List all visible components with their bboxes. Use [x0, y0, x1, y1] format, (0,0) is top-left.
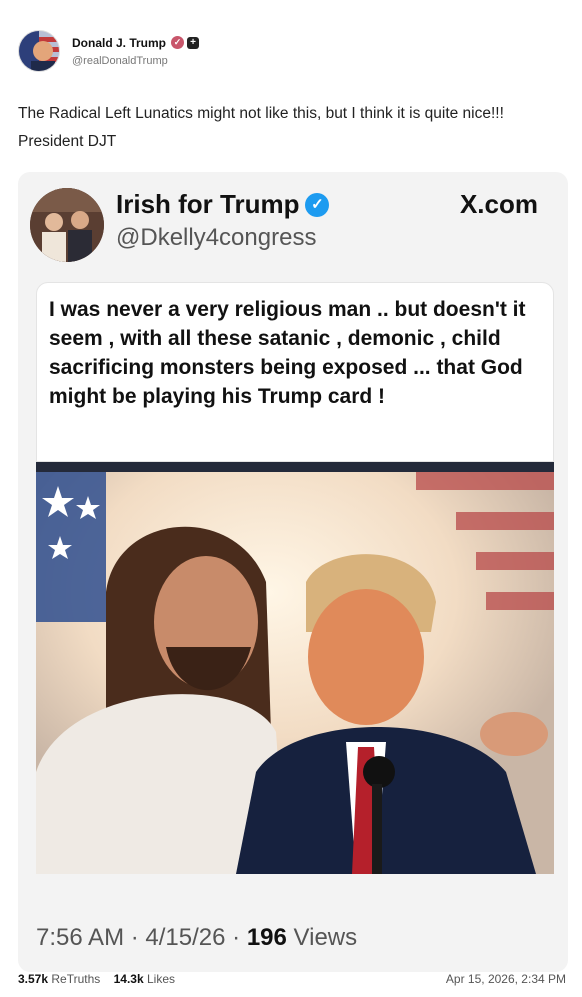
verified-badge-icon: ✓	[171, 36, 185, 49]
engagement-stats: 3.57k ReTruths 14.3k Likes	[18, 972, 175, 986]
embed-handle: @Dkelly4congress	[116, 224, 317, 251]
author-name-row: Donald J. Trump ✓ +	[72, 36, 200, 50]
author-avatar[interactable]	[18, 30, 60, 72]
embed-name-row: Irish for Trump ✓	[116, 189, 330, 220]
embed-name: Irish for Trump	[116, 189, 300, 219]
post-timestamp[interactable]: Apr 15, 2026, 2:34 PM	[446, 972, 566, 986]
author-name[interactable]: Donald J. Trump	[72, 36, 166, 50]
post-text: The Radical Left Lunatics might not like…	[18, 105, 504, 150]
likes-stat[interactable]: 14.3k Likes	[114, 972, 175, 986]
author-handle[interactable]: @realDonaldTrump	[72, 55, 199, 67]
plus-badge-icon: +	[187, 36, 200, 49]
separator: ·	[232, 924, 241, 951]
post-header: Donald J. Trump ✓ + @realDonaldTrump	[18, 30, 200, 72]
quote-text: I was never a very religious man .. but …	[49, 298, 526, 408]
embed-date: 4/15/26	[145, 924, 226, 951]
views-label: Views	[293, 924, 358, 951]
embedded-screenshot[interactable]: Irish for Trump ✓ @Dkelly4congress X.com…	[18, 172, 568, 972]
retruths-count: 3.57k	[18, 972, 49, 986]
platform-label: X.com	[459, 189, 538, 219]
embed-time: 7:56 AM	[36, 924, 125, 951]
separator: ·	[130, 924, 139, 951]
post-footer: 3.57k ReTruths 14.3k Likes Apr 15, 2026,…	[18, 972, 566, 986]
embed-avatar	[30, 188, 104, 262]
retruths-stat[interactable]: 3.57k ReTruths	[18, 972, 100, 986]
views-count: 196	[246, 924, 287, 951]
quote-box: I was never a very religious man .. but …	[36, 282, 554, 462]
verified-check-icon: ✓	[305, 192, 330, 217]
likes-count: 14.3k	[113, 972, 144, 986]
likes-label: Likes	[147, 972, 176, 986]
retruths-label: ReTruths	[51, 972, 101, 986]
embedded-photo	[36, 462, 554, 874]
embed-meta-line: 7:56 AM · 4/15/26 · 196 Views	[36, 924, 357, 952]
